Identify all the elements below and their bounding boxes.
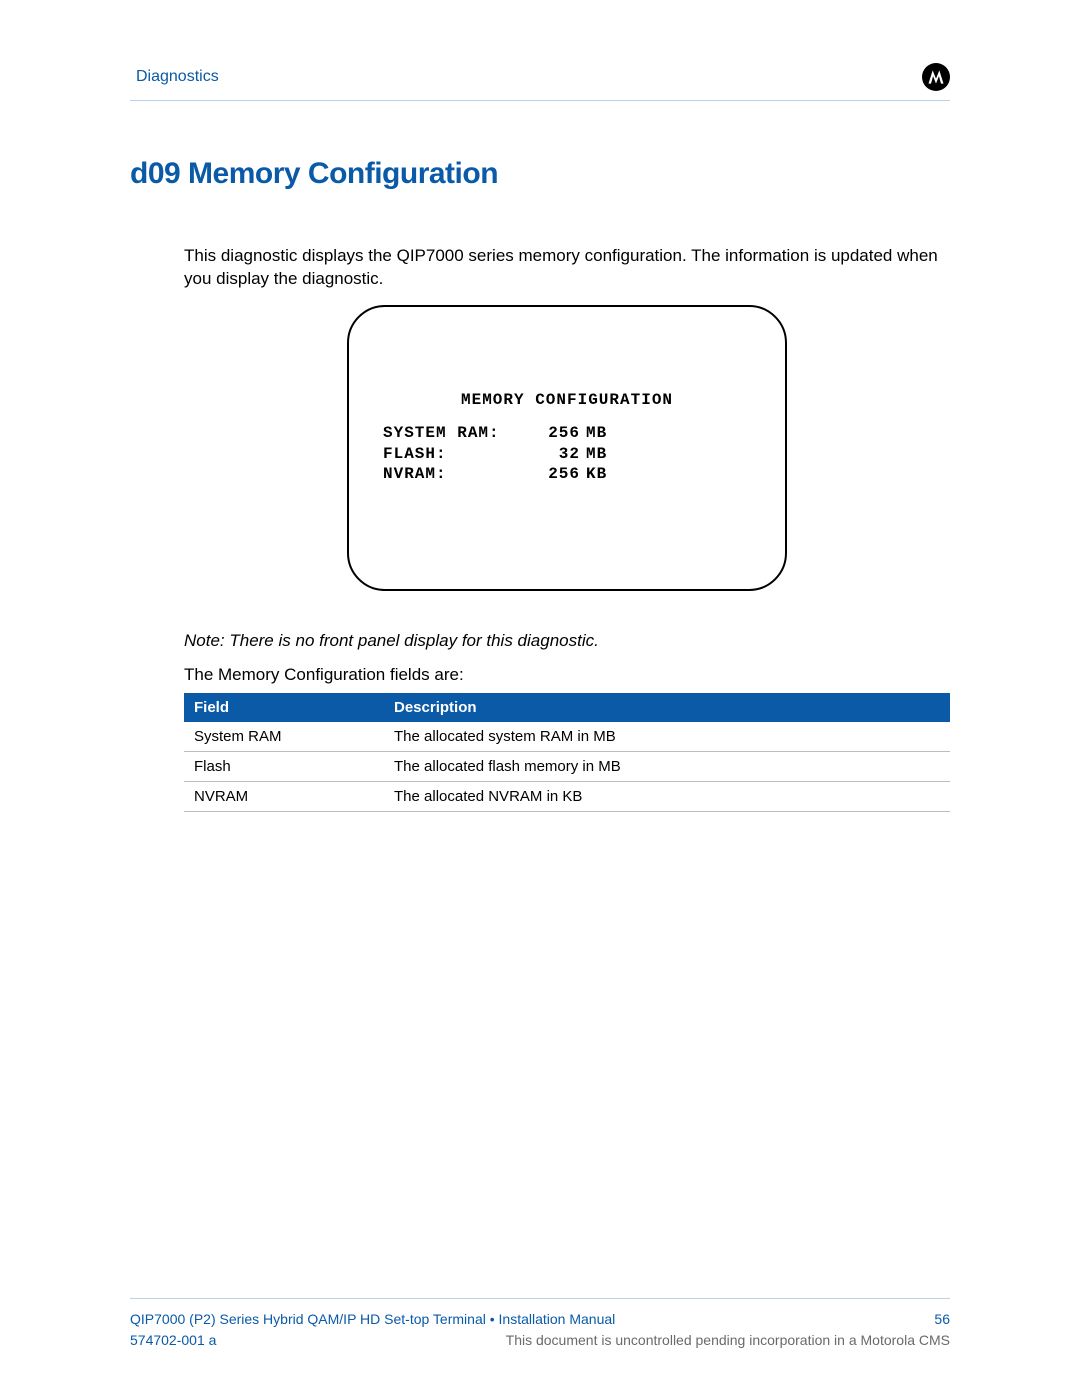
cell-field: System RAM: [184, 722, 384, 752]
note-paragraph: Note: There is no front panel display fo…: [184, 631, 950, 651]
table-row: System RAM The allocated system RAM in M…: [184, 722, 950, 752]
screen-row: NVRAM: 256 KB: [383, 464, 751, 485]
screen-title: MEMORY CONFIGURATION: [383, 391, 751, 409]
col-header-field: Field: [184, 693, 384, 722]
diagnostic-screen: MEMORY CONFIGURATION SYSTEM RAM: 256 MB …: [347, 305, 787, 591]
cell-field: NVRAM: [184, 781, 384, 811]
table-row: Flash The allocated flash memory in MB: [184, 751, 950, 781]
table-header-row: Field Description: [184, 693, 950, 722]
screen-row-unit: KB: [580, 464, 607, 485]
cell-desc: The allocated flash memory in MB: [384, 751, 950, 781]
screen-row-value: 32: [528, 444, 580, 465]
footer-line-1: QIP7000 (P2) Series Hybrid QAM/IP HD Set…: [130, 1309, 950, 1330]
footer-line-2: 574702-001 a This document is uncontroll…: [130, 1330, 950, 1351]
col-header-desc: Description: [384, 693, 950, 722]
screen-row: SYSTEM RAM: 256 MB: [383, 423, 751, 444]
motorola-logo-icon: [922, 63, 950, 91]
screen-row-value: 256: [528, 423, 580, 444]
page-header: Diagnostics: [130, 60, 950, 94]
intro-paragraph: This diagnostic displays the QIP7000 ser…: [184, 245, 950, 291]
table-row: NVRAM The allocated NVRAM in KB: [184, 781, 950, 811]
footer-doc-id: 574702-001 a: [130, 1330, 216, 1351]
table-intro: The Memory Configuration fields are:: [184, 665, 950, 685]
screen-row-label: NVRAM:: [383, 464, 528, 485]
footer-divider: [130, 1298, 950, 1299]
fields-table: Field Description System RAM The allocat…: [184, 693, 950, 812]
cell-desc: The allocated NVRAM in KB: [384, 781, 950, 811]
screen-row-unit: MB: [580, 423, 607, 444]
screen-row-value: 256: [528, 464, 580, 485]
screen-row-label: FLASH:: [383, 444, 528, 465]
screen-row-label: SYSTEM RAM:: [383, 423, 528, 444]
breadcrumb: Diagnostics: [130, 68, 219, 86]
footer-disclaimer: This document is uncontrolled pending in…: [506, 1330, 950, 1351]
page-number: 56: [934, 1309, 950, 1330]
screen-row: FLASH: 32 MB: [383, 444, 751, 465]
cell-desc: The allocated system RAM in MB: [384, 722, 950, 752]
screen-row-unit: MB: [580, 444, 607, 465]
cell-field: Flash: [184, 751, 384, 781]
document-page: Diagnostics d09 Memory Configuration Thi…: [0, 0, 1080, 1397]
page-footer: QIP7000 (P2) Series Hybrid QAM/IP HD Set…: [130, 1298, 950, 1351]
footer-doc-title: QIP7000 (P2) Series Hybrid QAM/IP HD Set…: [130, 1309, 615, 1330]
section-heading: d09 Memory Configuration: [130, 157, 950, 191]
section-body: This diagnostic displays the QIP7000 ser…: [130, 245, 950, 812]
header-divider: [130, 100, 950, 101]
